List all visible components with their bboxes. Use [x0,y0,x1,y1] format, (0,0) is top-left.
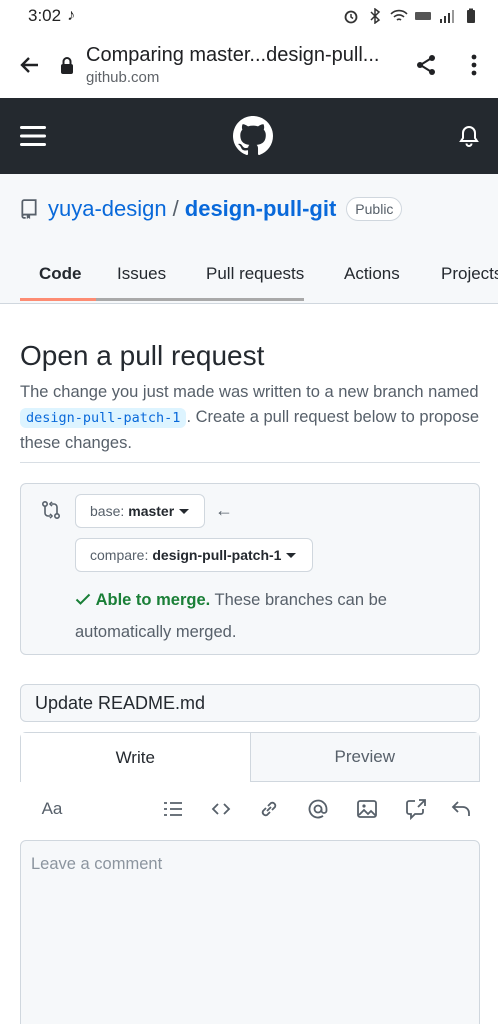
tab-pull-requests[interactable]: Pull requests [206,264,304,284]
branch-description: The change you just made was written to … [20,380,480,456]
repo-header: yuya-design / design-pull-git Public Cod… [0,174,498,304]
repo-icon [21,199,37,219]
merge-status: Able to merge. These branches can be aut… [75,584,455,648]
compare-branch-select[interactable]: compare: design-pull-patch-1 [75,538,313,572]
repo-separator: / [172,196,179,221]
tab-write[interactable]: Write [21,733,251,782]
page-host: github.com [86,69,160,86]
repo-title: yuya-design / design-pull-git Public [20,196,403,222]
wifi-icon [390,9,408,21]
repo-name-link[interactable]: design-pull-git [185,196,337,222]
bell-icon[interactable] [458,125,480,147]
tab-code[interactable]: Code [39,264,82,284]
base-label: base: [90,503,125,519]
share-icon [417,55,435,75]
active-tab-indicator [20,298,96,301]
github-header [0,98,498,174]
reply-icon[interactable] [450,798,472,820]
git-compare-icon [41,500,61,520]
repo-owner-link[interactable]: yuya-design [48,196,167,222]
bluetooth-icon [370,8,381,24]
tab-actions[interactable]: Actions [344,264,400,284]
desc-before: The change you just made was written to … [20,383,479,401]
share-button[interactable] [402,35,450,95]
base-value: master [128,503,175,519]
editor-tabs: Write Preview [20,732,480,782]
tab-issues[interactable]: Issues [117,264,166,284]
hamburger-menu-icon[interactable] [18,120,50,152]
compare-box: base: master ← compare: design-pull-patc… [20,483,480,655]
merge-ok-text: Able to merge. [95,591,211,609]
cross-reference-icon[interactable] [405,798,427,820]
github-logo-icon[interactable] [233,116,273,156]
check-icon [75,593,91,605]
page-heading: Open a pull request [20,340,265,371]
status-time: 3:02 [28,6,62,25]
url-field[interactable]: Comparing master...design-pull... github… [78,44,402,86]
divider [20,462,480,463]
comment-placeholder: Leave a comment [31,855,163,873]
tab-preview[interactable]: Preview [250,733,479,782]
repo-tabs: Code Issues Pull requests Actions Projec… [0,260,498,296]
link-icon[interactable] [258,798,280,820]
mention-icon[interactable] [307,798,329,820]
tab-scrollbar[interactable] [96,298,304,301]
lock-icon[interactable] [60,56,78,74]
signal-icon [440,10,454,23]
comment-textarea[interactable]: Leave a comment [20,840,480,1024]
page-title: Comparing master...design-pull... [86,44,380,66]
pr-title-input[interactable]: Update README.md [20,684,480,722]
base-branch-select[interactable]: base: master [75,494,205,528]
status-bar: 3:02 ♪ [0,0,498,32]
music-note-icon: ♪ [67,7,76,24]
battery-icon [467,8,475,23]
alarm-icon [344,10,358,24]
caret-down-icon [179,508,190,514]
caret-down-icon [286,552,297,558]
list-icon[interactable] [162,798,184,820]
markdown-toolbar: Aa [20,784,480,834]
overflow-menu-button[interactable] [450,35,498,95]
branch-name: design-pull-patch-1 [20,408,187,428]
text-format-button[interactable]: Aa [40,798,64,820]
more-vert-icon [471,54,477,76]
browser-url-bar: Comparing master...design-pull... github… [0,32,498,98]
compare-label: compare: [90,547,149,563]
visibility-badge: Public [346,197,403,221]
back-button[interactable] [0,35,60,95]
status-icons [342,8,480,24]
volte-icon [415,12,431,20]
back-arrow-icon [20,57,38,73]
tab-projects[interactable]: Projects [441,264,498,284]
image-icon[interactable] [356,798,378,820]
compare-value: design-pull-patch-1 [152,547,282,563]
code-icon[interactable] [210,798,232,820]
arrow-left-icon: ← [215,500,233,520]
